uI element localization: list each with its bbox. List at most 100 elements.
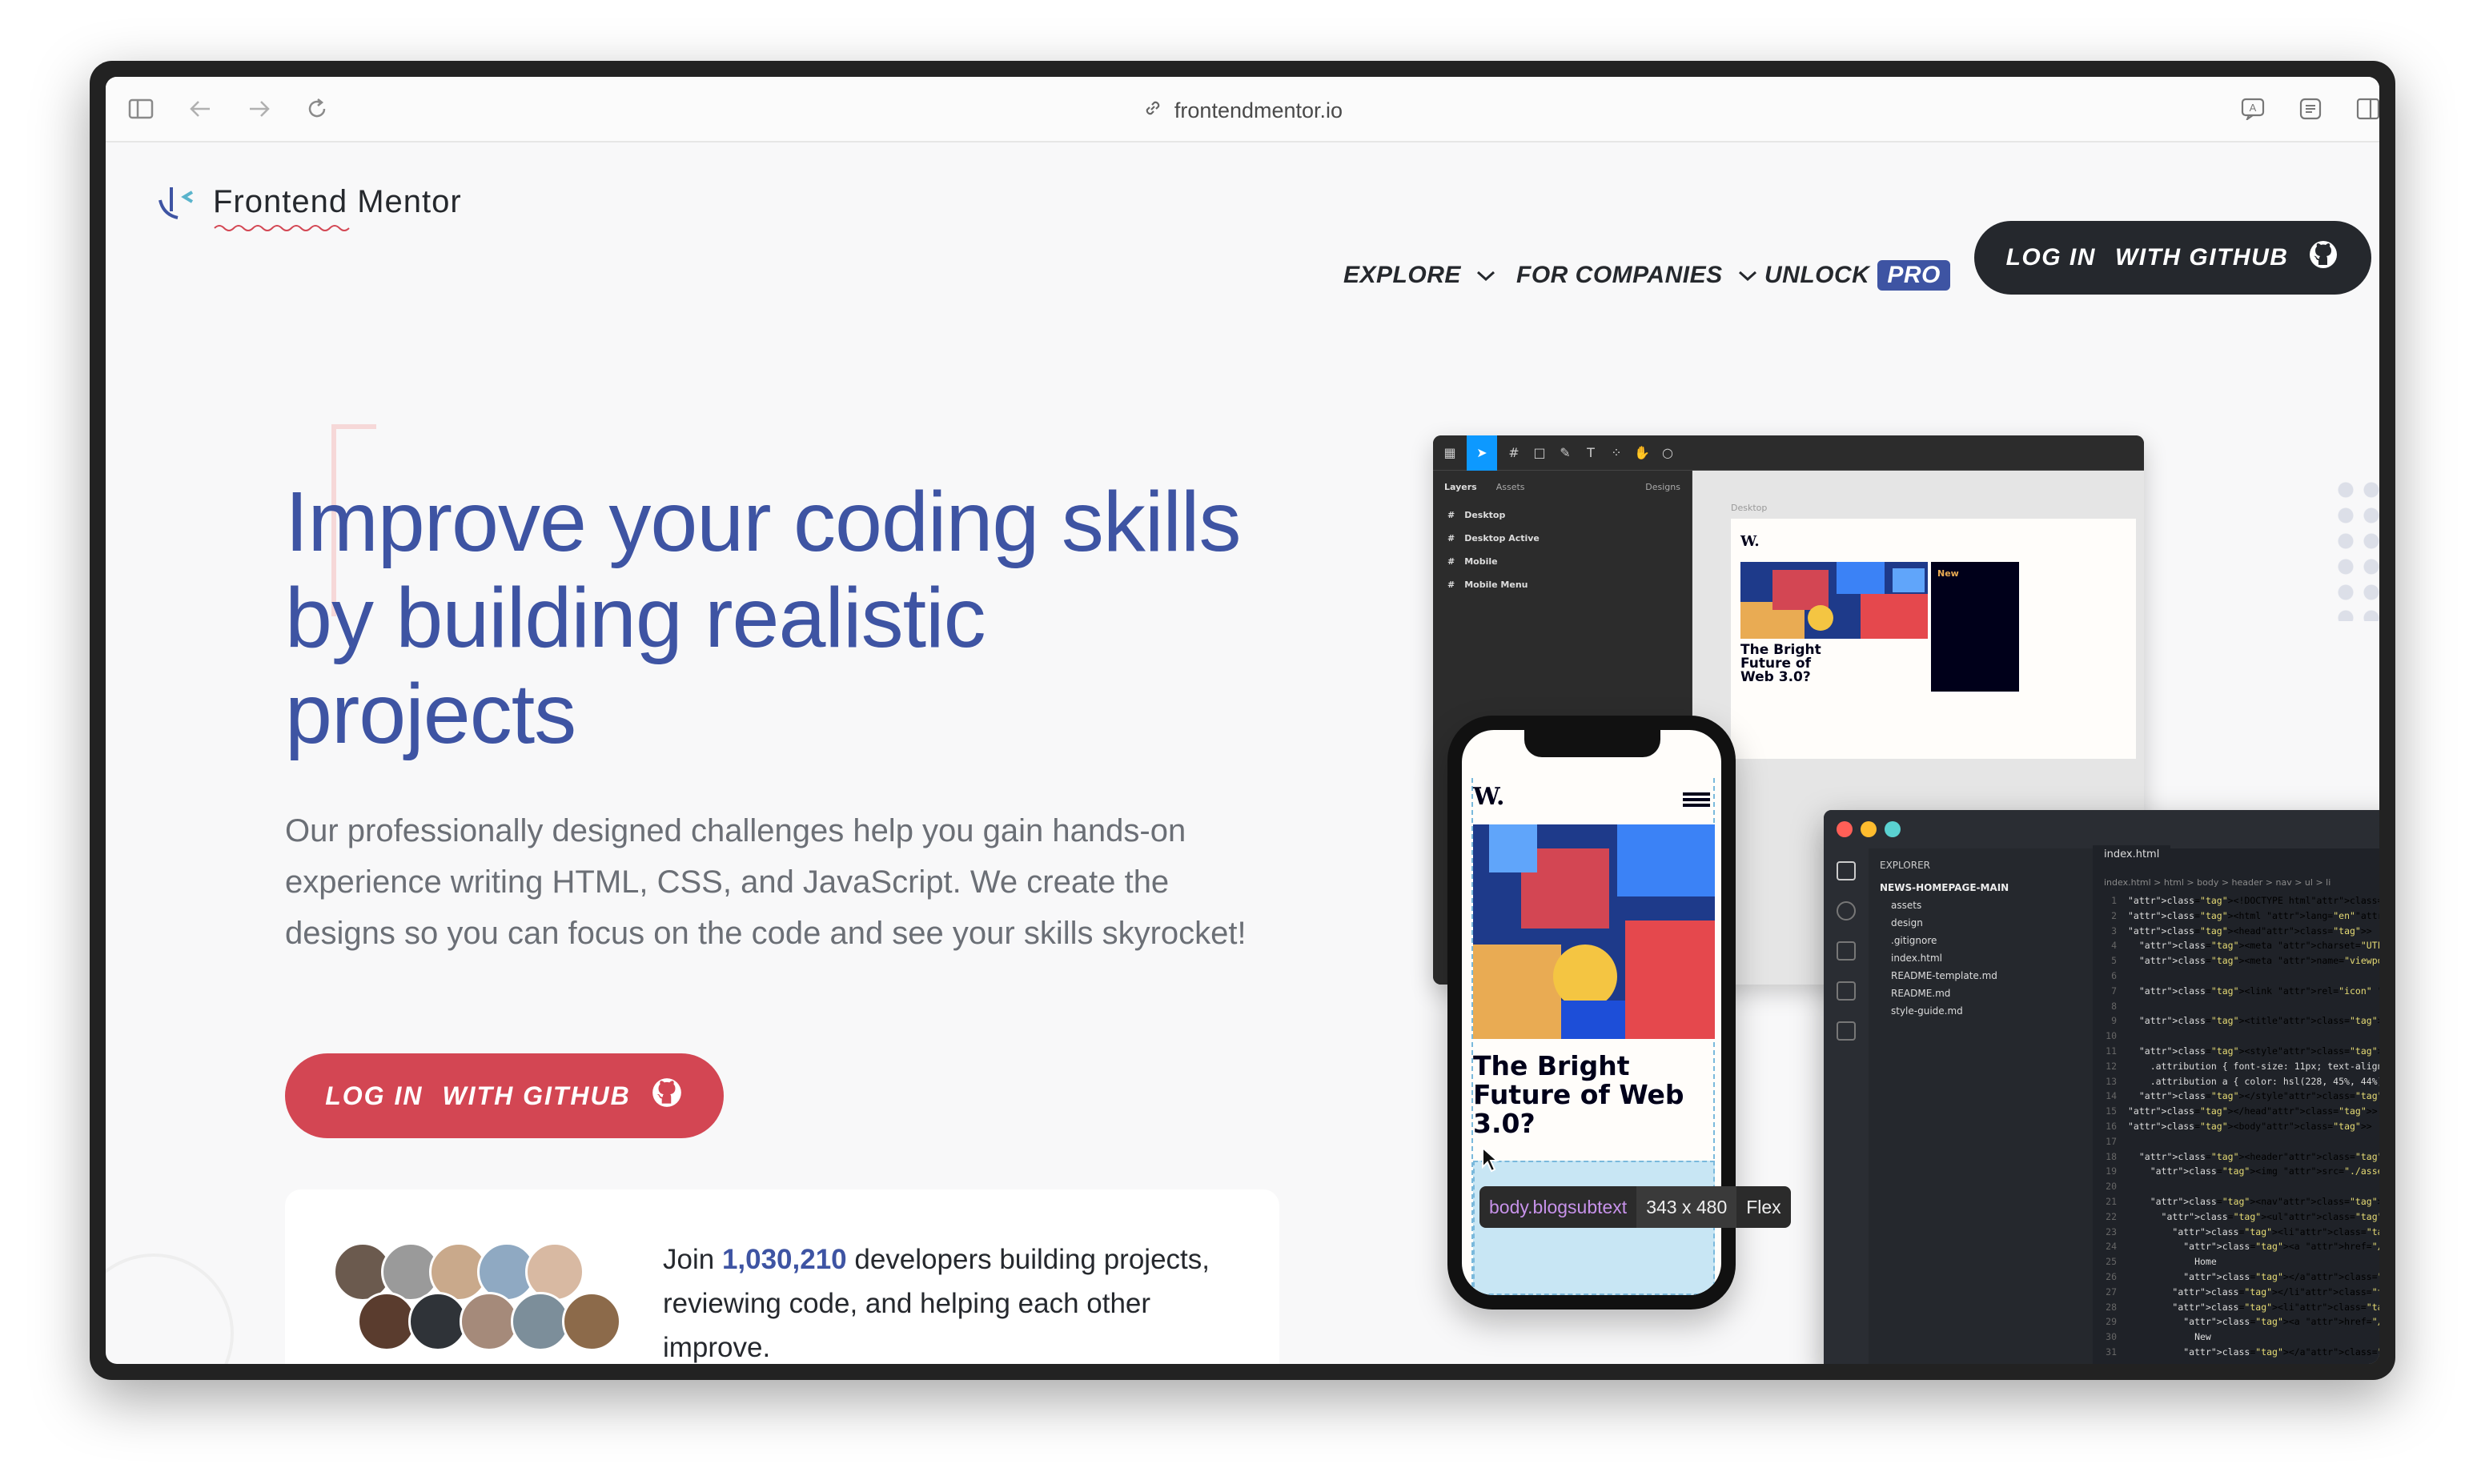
pen-tool-icon: ✎: [1560, 445, 1571, 460]
extensions-icon: [1837, 1021, 1856, 1041]
split-view-icon[interactable]: [2354, 94, 2379, 123]
code-line: 15 "attr">class="tag"></head"attr">class=…: [2106, 1105, 2378, 1117]
nav-explore[interactable]: EXPLORE: [1343, 259, 1496, 291]
github-icon: [2307, 239, 2339, 277]
comment-tool-icon: ○: [1662, 445, 1673, 460]
hamburger-menu-icon: [1683, 792, 1710, 807]
with-github-label: WITH GITHUB: [2114, 244, 2289, 271]
code-line: 19 "attr">class="tag"><img "attr">src=".…: [2106, 1165, 2379, 1177]
nav-for-companies[interactable]: FOR COMPANIES: [1516, 259, 1758, 291]
phone-hero-image: [1473, 824, 1715, 1039]
figma-layer-label: Desktop Active: [1464, 533, 1540, 543]
figma-layer-label: Mobile Menu: [1464, 580, 1528, 590]
figma-menu-icon: ▦: [1443, 445, 1456, 460]
nav-unlock-label: UNLOCK: [1764, 262, 1870, 288]
avatar: [460, 1292, 519, 1351]
files-icon: [1837, 861, 1856, 880]
decorative-dot-grid: [2333, 477, 2379, 621]
hand-tool-icon: ✋: [1634, 445, 1650, 460]
pro-badge: PRO: [1877, 260, 1950, 291]
hero-title: Improve your coding skills by building r…: [285, 474, 1326, 762]
explorer-item: README.md: [1891, 988, 1951, 999]
source-control-icon: [1837, 941, 1856, 961]
nav-unlock-pro[interactable]: UNLOCK PRO: [1764, 259, 1950, 291]
chevron-down-icon: [1475, 262, 1496, 289]
code-line: 27 "attr">class="tag"></li"attr">class="…: [2106, 1285, 2379, 1297]
frame-tool-icon: #: [1508, 445, 1520, 460]
logo-text: Frontend Mentor: [213, 183, 462, 219]
site-logo[interactable]: Frontend Mentor: [155, 179, 462, 231]
canvas-frame-label: Desktop: [1731, 503, 1768, 513]
code-line: 18 "attr">class="tag"><header"attr">clas…: [2106, 1150, 2379, 1162]
frame-icon: #: [1447, 510, 1455, 520]
design-new-panel: New: [1931, 562, 2019, 692]
login-label: LOG IN: [2005, 244, 2096, 271]
decorative-circle: [106, 1253, 234, 1364]
code-line: 24 "attr">class="tag"><a "attr">href="/"…: [2106, 1241, 2379, 1253]
header-login-github-button[interactable]: LOG IN WITH GITHUB: [1974, 221, 2371, 295]
browser-toolbar: frontendmentor.io A: [106, 77, 2379, 142]
code-block: 1 "attr">class="tag"><!DOCTYPE html"attr"…: [2093, 893, 2379, 1360]
code-line: 26 "attr">class="tag"></a"attr">class="t…: [2106, 1270, 2379, 1282]
extension-icon[interactable]: [2296, 94, 2325, 123]
svg-text:A: A: [2250, 102, 2257, 114]
logo-mark-icon: [155, 179, 200, 224]
url-text: frontendmentor.io: [1174, 98, 1343, 122]
vscode-activity-bar: [1824, 848, 1869, 1364]
vscode-editor: index.html index.html > html > body > he…: [2093, 845, 2379, 1364]
design-logo: W.: [1740, 533, 1760, 550]
explorer-item: .gitignore: [1891, 935, 1937, 946]
hero-title-line-2: by building realistic: [285, 571, 986, 665]
code-line: 23 "attr">class="tag"><li"attr">class="t…: [2106, 1225, 2379, 1237]
code-line: 31 "attr">class="tag"></a"attr">class="t…: [2106, 1346, 2379, 1358]
hero-title-line-3: projects: [285, 667, 576, 761]
code-line: 2 "attr">class="tag"><html "attr">lang="e…: [2111, 909, 2379, 921]
cta-login-label: LOG IN: [325, 1081, 424, 1110]
figma-layer-label: Mobile: [1464, 556, 1498, 567]
code-line: 16 "attr">class="tag"><body"attr">class="…: [2106, 1120, 2372, 1132]
phone-headline: The Bright Future of Web 3.0?: [1473, 1050, 1684, 1139]
minimize-dot-icon: [1861, 821, 1877, 837]
code-line: 3 "attr">class="tag"><head"attr">class="t…: [2111, 924, 2372, 937]
mouse-cursor-icon: [1482, 1146, 1499, 1173]
code-line: 5 "attr">class="tag"><meta "attr">name="…: [2111, 955, 2379, 967]
tooltip-dimensions: 343 x 480: [1636, 1186, 1737, 1228]
avatar-group: [333, 1242, 629, 1354]
community-card: Join 1,030,210 developers building proje…: [285, 1189, 1279, 1364]
translate-icon[interactable]: A: [2238, 94, 2267, 123]
browser-window: frontendmentor.io A Frontend Mentor EXPL…: [106, 77, 2379, 1364]
code-line: 6: [2111, 969, 2117, 981]
avatar: [511, 1292, 570, 1351]
avatar: [357, 1292, 416, 1351]
hero-login-github-button[interactable]: LOG IN WITH GITHUB: [285, 1053, 724, 1138]
figma-layer: # Desktop: [1433, 503, 1692, 527]
component-tool-icon: ⁘: [1611, 445, 1622, 460]
nav-for-companies-label: FOR COMPANIES: [1516, 262, 1723, 288]
developer-count: 1,030,210: [721, 1244, 847, 1275]
address-bar[interactable]: frontendmentor.io: [106, 94, 2379, 126]
explorer-item: style-guide.md: [1891, 1005, 1963, 1017]
phone-notch: [1524, 730, 1660, 757]
design-preview: W. New The Bright Future of Web 3.0?: [1731, 519, 2136, 759]
frame-icon: #: [1447, 533, 1455, 543]
text-tool-icon: T: [1587, 445, 1595, 460]
hero-title-line-1: Improve your coding skills: [285, 475, 1241, 569]
explorer-item: assets: [1891, 900, 1922, 911]
tooltip-selector: body.blogsubtext: [1489, 1196, 1628, 1217]
code-line: 29 "attr">class="tag"><a "attr">href="/n…: [2106, 1316, 2379, 1328]
code-line: 8: [2111, 1000, 2117, 1012]
design-new-label: New: [1937, 568, 1959, 579]
zoom-dot-icon: [1885, 821, 1901, 837]
design-title: The Bright Future of Web 3.0?: [1740, 642, 1821, 685]
selected-element-highlight: [1473, 1161, 1715, 1295]
explorer-item: README-template.md: [1891, 970, 1997, 981]
code-line: 17: [2106, 1135, 2117, 1147]
figma-layer: # Mobile Menu: [1433, 573, 1692, 596]
link-icon: [1142, 98, 1163, 124]
tab-layers: Layers: [1444, 482, 1477, 492]
tooltip-layout: Flex: [1746, 1196, 1781, 1217]
code-line: 11 "attr">class="tag"><style"attr">class…: [2106, 1045, 2379, 1057]
cta-with-github-label: WITH GITHUB: [442, 1081, 631, 1110]
explorer-item: index.html: [1891, 953, 1942, 964]
code-line: 21 "attr">class="tag"><nav"attr">class="…: [2106, 1195, 2379, 1207]
